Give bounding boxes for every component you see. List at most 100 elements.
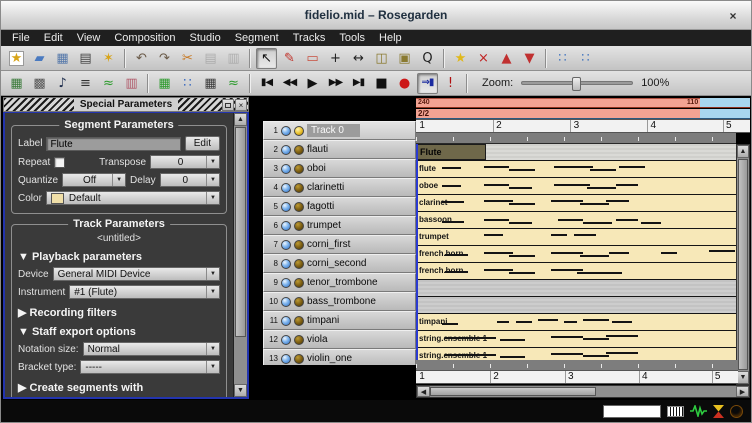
select-tool-icon[interactable]: ↖ — [256, 47, 277, 69]
track-row[interactable]: 8 corni_second — [263, 254, 416, 273]
track-row[interactable]: 10 bass_trombone — [263, 292, 416, 311]
track-name[interactable]: fagotti — [307, 201, 334, 212]
mute-led-icon[interactable] — [281, 201, 291, 212]
toolbar-grip-icon[interactable]: ∷ — [552, 48, 573, 69]
panel-dock-button[interactable] — [222, 99, 234, 111]
open-file-icon[interactable]: ▰ — [29, 48, 50, 69]
bracket-type-dropdown[interactable]: ----- ▼ — [80, 360, 220, 374]
playback-pointer[interactable] — [416, 144, 418, 360]
scroll-up-icon[interactable]: ▲ — [234, 113, 247, 126]
save-file-icon[interactable]: ▦ — [52, 48, 73, 69]
print-icon[interactable]: ▤ — [75, 48, 96, 69]
mute-led-icon[interactable] — [281, 334, 291, 345]
synth-plugin-icon[interactable]: ∷ — [177, 73, 198, 94]
stop-icon[interactable]: ■ — [371, 73, 392, 94]
staff-export-header[interactable]: ▼ Staff export options — [18, 326, 220, 338]
fast-forward-icon[interactable]: ▶▶ — [325, 73, 346, 94]
play-icon[interactable]: ▶ — [302, 73, 323, 94]
track-row[interactable]: 2 flauti — [263, 140, 416, 159]
event-list-icon[interactable]: ≡ — [75, 73, 96, 94]
track-row[interactable]: 13 violin_one — [263, 349, 416, 365]
delete-track-icon[interactable]: × — [473, 48, 494, 69]
record-led-icon[interactable] — [294, 315, 304, 326]
mute-led-icon[interactable] — [281, 315, 291, 326]
segment[interactable]: trumpet — [416, 229, 738, 246]
menu-tools[interactable]: Tools — [332, 30, 372, 46]
move-tool-icon[interactable]: + — [325, 48, 346, 69]
repeat-checkbox[interactable] — [54, 156, 66, 168]
scroll-right-icon[interactable]: ▶ — [736, 386, 749, 397]
track-name[interactable]: trumpet — [307, 220, 341, 231]
scrollbar-thumb[interactable] — [738, 159, 748, 370]
menu-help[interactable]: Help — [372, 30, 409, 46]
split-tool-icon[interactable]: ◫ — [371, 48, 392, 69]
record-icon[interactable]: ● — [394, 73, 415, 94]
edit-label-button[interactable]: Edit — [184, 136, 220, 151]
record-led-icon[interactable] — [294, 296, 304, 307]
segment[interactable]: string.ensemble 1 — [416, 331, 738, 348]
track-row[interactable]: 9 tenor_trombone — [263, 273, 416, 292]
menu-edit[interactable]: Edit — [37, 30, 70, 46]
mute-led-icon[interactable] — [281, 144, 291, 155]
draw-tool-icon[interactable]: ✎ — [279, 48, 300, 69]
mute-led-icon[interactable] — [281, 163, 291, 174]
menu-file[interactable]: File — [5, 30, 37, 46]
forward-to-end-icon[interactable]: ▶▮ — [348, 73, 369, 94]
transpose-dropdown[interactable]: 0 ▼ — [150, 155, 220, 169]
segment[interactable]: oboe — [416, 178, 738, 195]
percussion-matrix-icon[interactable]: ▩ — [29, 73, 50, 94]
move-track-up-icon[interactable]: ▲ — [496, 48, 517, 69]
new-file-icon[interactable]: ★ — [6, 48, 27, 69]
record-led-icon[interactable] — [294, 144, 304, 155]
panel-close-button[interactable]: × — [235, 99, 247, 111]
notation-editor-icon[interactable]: ♪ — [52, 73, 73, 94]
track-name[interactable]: bass_trombone — [307, 296, 376, 307]
record-led-icon[interactable] — [294, 277, 304, 288]
cut-icon[interactable]: ✂ — [177, 48, 198, 69]
track-name[interactable]: corni_first — [307, 239, 350, 250]
track-name[interactable]: flauti — [307, 144, 328, 155]
menu-view[interactable]: View — [70, 30, 108, 46]
undo-icon[interactable]: ↶ — [131, 48, 152, 69]
panel-scrollbar[interactable]: ▲ ▼ — [233, 113, 247, 397]
menu-composition[interactable]: Composition — [107, 30, 182, 46]
track-row[interactable]: 1 Track 0 — [263, 121, 416, 140]
record-led-icon[interactable] — [294, 182, 304, 193]
playback-parameters-header[interactable]: ▼ Playback parameters — [18, 251, 220, 263]
empty-track-lane[interactable] — [416, 297, 738, 314]
track-name[interactable]: Track 0 — [307, 124, 360, 137]
record-led-icon[interactable] — [294, 125, 304, 136]
audio-mixer-icon[interactable]: ▥ — [121, 73, 142, 94]
record-led-icon[interactable] — [294, 258, 304, 269]
mute-led-icon[interactable] — [281, 220, 291, 231]
quantize-icon[interactable]: Q — [417, 48, 438, 69]
track-name[interactable]: violin_one — [307, 353, 352, 364]
midi-keyboard-icon[interactable]: ▦ — [200, 73, 221, 94]
segment[interactable]: timpani — [416, 314, 738, 331]
mute-led-icon[interactable] — [281, 182, 291, 193]
erase-tool-icon[interactable]: ▭ — [302, 48, 323, 69]
move-track-down-icon[interactable]: ▼ — [519, 48, 540, 69]
track-name[interactable]: corni_second — [307, 258, 366, 269]
record-led-icon[interactable] — [294, 334, 304, 345]
loop-icon[interactable]: ⇒▮ — [417, 72, 438, 94]
segment[interactable]: french.horn. — [416, 246, 738, 263]
recording-filters-header[interactable]: ▶ Recording filters — [18, 306, 220, 319]
color-dropdown[interactable]: Default ▼ — [45, 191, 220, 205]
track-name[interactable]: tenor_trombone — [307, 277, 378, 288]
panic-icon[interactable]: ! — [440, 73, 461, 94]
track-name[interactable]: oboi — [307, 163, 326, 174]
segment[interactable]: flute — [416, 161, 738, 178]
mute-led-icon[interactable] — [281, 296, 291, 307]
track-row[interactable]: 5 fagotti — [263, 197, 416, 216]
canvas-hscrollbar[interactable]: ◀ ▶ — [416, 385, 750, 398]
scrollbar-thumb[interactable] — [430, 387, 596, 396]
track-row[interactable]: 3 oboi — [263, 159, 416, 178]
tick-ruler-top[interactable] — [416, 133, 736, 144]
add-track-icon[interactable]: ★ — [450, 48, 471, 69]
empty-track-lane[interactable] — [416, 280, 738, 297]
menu-studio[interactable]: Studio — [183, 30, 228, 46]
record-led-icon[interactable] — [294, 201, 304, 212]
rewind-to-start-icon[interactable]: ▮◀ — [256, 73, 277, 94]
track-name[interactable]: viola — [307, 334, 328, 345]
